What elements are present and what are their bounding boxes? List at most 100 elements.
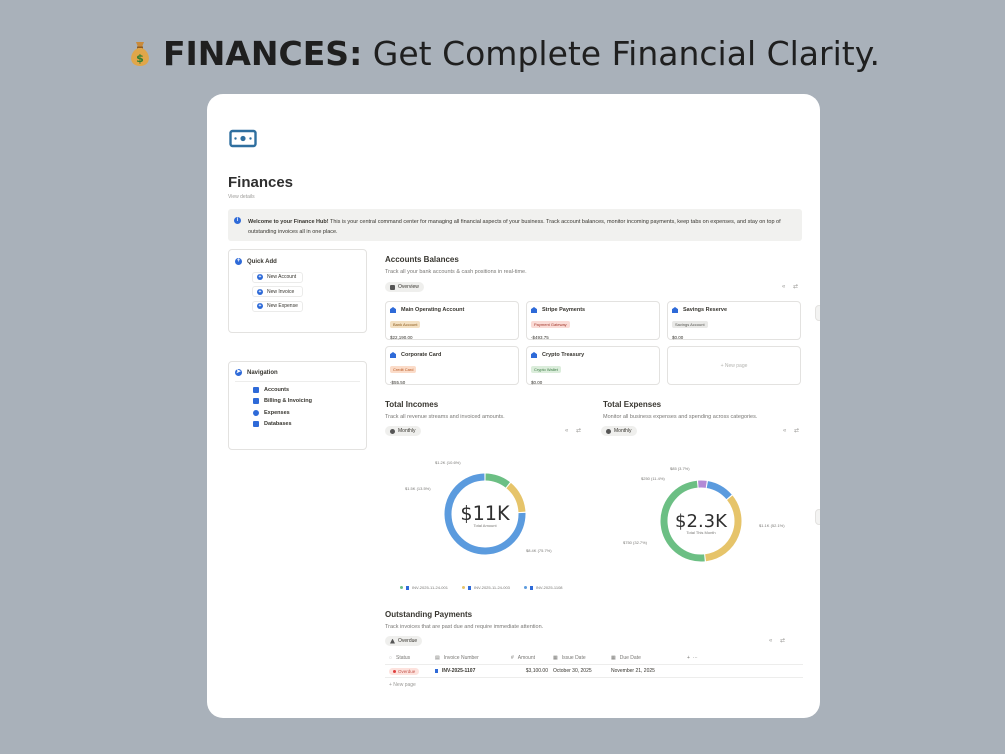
accounts-view-tab[interactable]: Overview <box>385 282 424 292</box>
donut-slice <box>506 482 526 513</box>
nav-label: Billing & Invoicing <box>264 398 312 405</box>
column-header-status[interactable]: ◌ Status <box>385 655 431 661</box>
calendar-icon: ▦ <box>553 655 558 661</box>
nav-label: Accounts <box>264 387 290 394</box>
new-page-card[interactable]: + New page <box>667 346 801 385</box>
incomes-view-tab[interactable]: Monthly <box>385 426 421 436</box>
invoice-cell[interactable]: INV-2025-1107 <box>431 668 509 674</box>
welcome-callout: i Welcome to your Finance Hub! This is y… <box>228 209 802 241</box>
banknote-icon <box>229 129 257 148</box>
scroll-handle-right[interactable] <box>815 509 820 525</box>
donut-center-label: Total Amount <box>473 523 497 528</box>
column-header-due-date[interactable]: ▦ Due Date <box>609 655 685 661</box>
outstanding-table: ◌ Status ▤ Invoice Number # Amount ▦ Issue D… <box>385 652 803 691</box>
expenses-annotation: $85 (3.7%) <box>670 466 690 471</box>
quick-add-label: Quick Add <box>247 258 277 265</box>
expenses-donut-chart: $2.3KTotal This Month <box>660 480 742 562</box>
view-details-link[interactable]: View details <box>228 194 255 200</box>
document-icon: ▤ <box>435 655 440 661</box>
column-label: Issue Date <box>561 655 586 661</box>
expenses-view-controls[interactable]: « ⇄ <box>783 427 802 434</box>
warning-icon <box>390 638 395 644</box>
document-icon <box>253 398 259 405</box>
bank-icon <box>390 284 395 290</box>
callout-text: This is your central command center for … <box>248 219 781 235</box>
incomes-view-controls[interactable]: « ⇄ <box>565 427 584 434</box>
donut-slice <box>485 473 510 488</box>
column-header-invoice[interactable]: ▤ Invoice Number <box>431 655 509 661</box>
column-label: Status <box>395 655 411 661</box>
new-account-button[interactable]: + New Account <box>252 271 303 283</box>
outstanding-view-tab[interactable]: Overdue <box>385 636 423 646</box>
bank-icon <box>531 352 537 358</box>
account-balance: $22,190.00 <box>390 335 413 340</box>
outstanding-view-controls[interactable]: « ⇄ <box>769 637 788 644</box>
table-row[interactable]: Overdue INV-2025-1107 $3,100.00 October … <box>385 665 803 678</box>
tab-label: Monthly <box>614 428 632 434</box>
expenses-annotation: $750 (32.7%) <box>623 540 648 545</box>
bank-icon <box>253 387 259 394</box>
document-icon <box>406 585 409 590</box>
document-icon <box>467 585 471 590</box>
account-card[interactable]: Stripe Payments Payment Gateway -$493.75 <box>526 301 660 340</box>
account-balance: $0.00 <box>672 335 684 340</box>
svg-text:$: $ <box>136 52 144 65</box>
callout-bold: Welcome to your Finance Hub! <box>248 219 329 225</box>
compass-icon: ➤ <box>235 369 242 376</box>
plus-circle-icon: + <box>235 258 242 265</box>
nav-item-expenses[interactable]: Expenses <box>253 409 360 416</box>
account-balance: $0.00 <box>531 380 543 385</box>
incomes-legend: INV-2025-11-24-001 INV-2025-11-24-003 IN… <box>400 585 563 590</box>
legend-item: INV-2025-1108 <box>523 585 563 590</box>
tab-label: Overdue <box>398 638 418 644</box>
legend-item: INV-2025-11-24-003 <box>461 585 510 590</box>
legend-label: INV-2025-11-24-003 <box>473 585 510 590</box>
document-icon <box>435 669 438 673</box>
column-label: Amount <box>517 655 536 661</box>
legend-item: INV-2025-11-24-001 <box>400 585 448 590</box>
nav-item-accounts[interactable]: Accounts <box>253 387 360 394</box>
incomes-annotation: $8.4K (75.7%) <box>526 548 552 553</box>
bank-icon <box>390 307 396 313</box>
database-icon <box>253 420 259 427</box>
new-invoice-button[interactable]: + New Invoice <box>252 286 303 298</box>
issue-date-cell: October 30, 2025 <box>553 668 592 674</box>
button-label: New Expense <box>267 303 298 310</box>
incomes-desc: Track all revenue streams and invoiced a… <box>385 414 505 420</box>
add-column-button[interactable]: + ··· <box>685 655 698 661</box>
table-new-page-button[interactable]: + New page <box>385 678 803 691</box>
status-badge: Overdue <box>389 667 420 675</box>
page-title: Finances <box>228 174 294 191</box>
tab-label: Monthly <box>398 428 416 434</box>
accounts-view-controls[interactable]: « ⇄ <box>782 283 801 290</box>
account-type-tag: Crypto Wallet <box>531 366 561 373</box>
account-card[interactable]: Crypto Treasury Crypto Wallet $0.00 <box>526 346 660 385</box>
expenses-view-tab[interactable]: Monthly <box>601 426 637 436</box>
expenses-annotation: $1.1K (52.1%) <box>759 523 785 528</box>
scroll-handle-right[interactable] <box>815 305 820 321</box>
expenses-title: Total Expenses <box>603 400 662 409</box>
account-card[interactable]: Corporate Card Credit Card -$55.50 <box>385 346 519 385</box>
nav-item-billing[interactable]: Billing & Invoicing <box>253 398 360 405</box>
column-header-amount[interactable]: # Amount <box>509 655 551 661</box>
account-balance: -$493.75 <box>531 335 549 340</box>
status-dot <box>393 669 396 673</box>
incomes-donut-chart: $11KTotal Amount <box>444 473 526 555</box>
button-label: New Invoice <box>267 288 295 295</box>
account-balance: -$55.50 <box>390 380 406 385</box>
outstanding-desc: Track invoices that are past due and req… <box>385 624 544 630</box>
account-type-tag: Payment Gateway <box>531 321 570 328</box>
account-card[interactable]: Savings Reserve Savings Account $0.00 <box>667 301 801 340</box>
new-expense-button[interactable]: + New Expense <box>252 300 303 312</box>
donut-center-label: Total This Month <box>686 530 715 535</box>
nav-item-databases[interactable]: Databases <box>253 420 360 427</box>
donut-center-value: $11K <box>460 502 510 525</box>
column-header-issue-date[interactable]: ▦ Issue Date <box>551 655 609 661</box>
navigation-panel: ➤ Navigation Accounts Billing & Invoicin… <box>228 361 367 450</box>
legend-label: INV-2025-11-24-001 <box>412 585 448 590</box>
tab-label: Overview <box>398 284 419 290</box>
bank-icon <box>531 307 537 313</box>
status-icon: ◌ <box>389 655 392 661</box>
account-card[interactable]: Main Operating Account Bank Account $22,… <box>385 301 519 340</box>
legend-label: INV-2025-1108 <box>535 585 563 590</box>
